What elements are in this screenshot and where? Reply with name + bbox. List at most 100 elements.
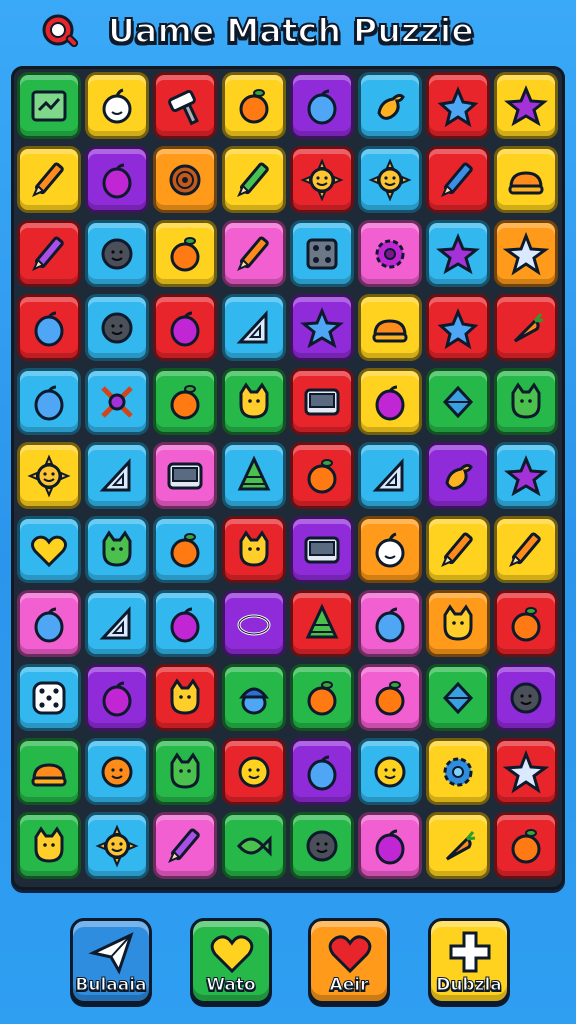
tile-apple-white[interactable]	[358, 516, 422, 583]
tile-star-white[interactable]	[494, 220, 559, 287]
tile-console[interactable]	[153, 442, 218, 509]
tile-pencil-green[interactable]	[221, 146, 286, 213]
tile-target-x[interactable]	[85, 368, 150, 435]
tile-plum-blue[interactable]	[289, 738, 354, 805]
tile-star-white[interactable]	[494, 738, 559, 805]
tile-fish-green[interactable]	[221, 812, 286, 879]
tile-carrot[interactable]	[426, 812, 491, 879]
tile-acorn[interactable]	[221, 664, 286, 731]
tile-smile-orange[interactable]	[85, 738, 150, 805]
tile-console[interactable]	[289, 368, 354, 435]
tile-pencil-purple[interactable]	[17, 220, 81, 287]
tile-plum[interactable]	[153, 294, 218, 361]
tile-duck[interactable]	[358, 72, 422, 139]
tile-orange[interactable]	[358, 664, 422, 731]
tile-star-purple[interactable]	[426, 220, 491, 287]
tile-pencil[interactable]	[494, 516, 559, 583]
tile-orange[interactable]	[153, 368, 218, 435]
tile-plum-blue[interactable]	[358, 590, 422, 657]
tile-hammer[interactable]	[153, 72, 218, 139]
tile-star-blue[interactable]	[289, 294, 354, 361]
tile-carrot[interactable]	[494, 294, 559, 361]
tile-plum[interactable]	[153, 590, 218, 657]
orange-icon	[299, 453, 345, 499]
tile-chip[interactable]	[289, 220, 354, 287]
tile-dice[interactable]	[17, 664, 81, 731]
action-button-0[interactable]: Bulaaia	[70, 918, 152, 1004]
action-button-1[interactable]: Wato	[190, 918, 272, 1004]
tile-star-purple[interactable]	[494, 72, 559, 139]
action-button-3[interactable]: Dubzla	[428, 918, 510, 1004]
tile-starfish[interactable]	[426, 72, 491, 139]
star-purple-icon	[503, 453, 549, 499]
tile-cat-green[interactable]	[494, 368, 559, 435]
tile-smile-yellow[interactable]	[358, 738, 422, 805]
tile-cone-green[interactable]	[221, 442, 286, 509]
tile-orange[interactable]	[153, 220, 218, 287]
tile-gem[interactable]	[426, 368, 491, 435]
tile-gem[interactable]	[426, 664, 491, 731]
tile-plum[interactable]	[85, 664, 150, 731]
tile-sun[interactable]	[289, 146, 354, 213]
action-button-2[interactable]: Aeir	[308, 918, 390, 1004]
action-button-label: Bulaaia	[75, 975, 147, 996]
tile-triangle-ruler[interactable]	[221, 294, 286, 361]
tile-smile-yellow[interactable]	[221, 738, 286, 805]
tile-plum-blue[interactable]	[17, 590, 81, 657]
tile-heart-yellow[interactable]	[17, 516, 81, 583]
tile-cone-green[interactable]	[289, 590, 354, 657]
tile-plum[interactable]	[358, 812, 422, 879]
tile-orange[interactable]	[153, 516, 218, 583]
tile-duck[interactable]	[426, 442, 491, 509]
tile-plum-blue[interactable]	[289, 72, 354, 139]
tile-orange[interactable]	[289, 442, 354, 509]
tile-orange[interactable]	[221, 72, 286, 139]
tile-plum-blue[interactable]	[17, 368, 81, 435]
tile-ball-dark[interactable]	[85, 294, 150, 361]
tile-sun[interactable]	[17, 442, 81, 509]
gear-blue-icon	[435, 749, 481, 795]
tile-ball-dark[interactable]	[289, 812, 354, 879]
tile-orange[interactable]	[494, 812, 559, 879]
tile-gear[interactable]	[358, 220, 422, 287]
tile-gear-blue[interactable]	[426, 738, 491, 805]
plum-blue-icon	[26, 379, 72, 425]
tile-ring[interactable]	[221, 590, 286, 657]
tile-spiral[interactable]	[153, 146, 218, 213]
tile-ball-dark[interactable]	[494, 664, 559, 731]
tile-map[interactable]	[17, 72, 81, 139]
tile-starfish[interactable]	[426, 294, 491, 361]
tile-console[interactable]	[289, 516, 354, 583]
tile-cat[interactable]	[426, 590, 491, 657]
tile-cat-green[interactable]	[153, 738, 218, 805]
tile-cat-green[interactable]	[85, 516, 150, 583]
star-white-icon	[503, 231, 550, 277]
tile-pencil[interactable]	[221, 220, 286, 287]
tile-pencil[interactable]	[426, 516, 491, 583]
tile-star-purple[interactable]	[494, 442, 559, 509]
tile-cat[interactable]	[153, 664, 218, 731]
tile-bread[interactable]	[358, 294, 422, 361]
tile-triangle-ruler[interactable]	[358, 442, 422, 509]
tile-sun[interactable]	[358, 146, 422, 213]
tile-pencil[interactable]	[17, 146, 81, 213]
tile-plum[interactable]	[85, 146, 150, 213]
tile-orange[interactable]	[494, 590, 559, 657]
tile-ball-dark[interactable]	[85, 220, 150, 287]
tile-cat[interactable]	[17, 812, 81, 879]
action-button-label: Dubzla	[436, 975, 503, 996]
tile-bread[interactable]	[494, 146, 559, 213]
tile-pencil-blue[interactable]	[426, 146, 491, 213]
tile-cat[interactable]	[221, 516, 286, 583]
tile-orange[interactable]	[289, 664, 354, 731]
tile-pencil-purple[interactable]	[153, 812, 218, 879]
tile-plum[interactable]	[358, 368, 422, 435]
pencil-purple-icon	[26, 231, 72, 277]
tile-bread[interactable]	[17, 738, 81, 805]
tile-triangle-ruler[interactable]	[85, 442, 150, 509]
tile-sun[interactable]	[85, 812, 150, 879]
tile-plum-blue[interactable]	[17, 294, 81, 361]
tile-cat[interactable]	[221, 368, 286, 435]
tile-triangle-ruler[interactable]	[85, 590, 150, 657]
tile-apple-white[interactable]	[85, 72, 150, 139]
